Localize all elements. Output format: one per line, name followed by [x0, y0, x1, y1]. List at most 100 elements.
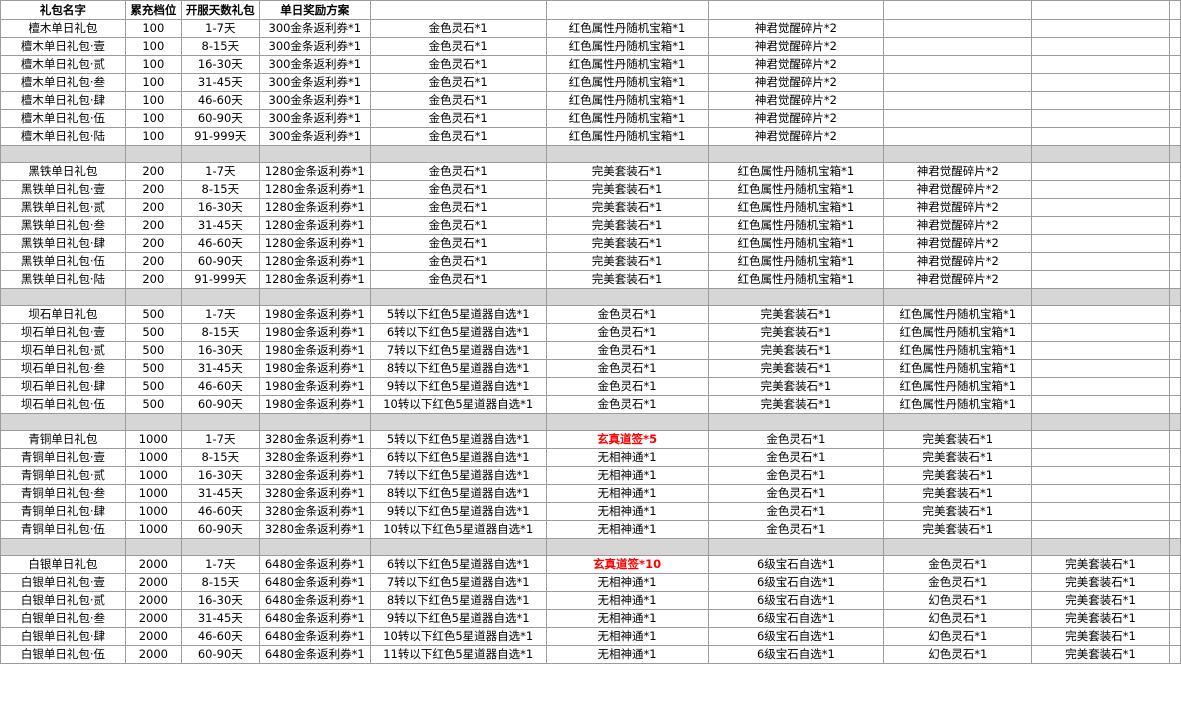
table-cell[interactable]: [1168, 520, 1181, 539]
table-cell[interactable]: [1168, 645, 1181, 664]
table-cell[interactable]: 完美套装石*1: [545, 162, 709, 181]
table-cell[interactable]: 完美套装石*1: [707, 395, 885, 414]
table-cell[interactable]: 红色属性丹随机宝箱*1: [545, 55, 709, 74]
gift-name-cell[interactable]: 檀木单日礼包·肆: [0, 91, 126, 110]
table-cell[interactable]: 16-30天: [180, 591, 260, 610]
table-cell[interactable]: 200: [124, 198, 182, 217]
table-cell[interactable]: 完美套装石*1: [883, 520, 1033, 539]
separator-cell[interactable]: [1168, 538, 1181, 556]
gift-name-cell[interactable]: 黑铁单日礼包·壹: [0, 180, 126, 199]
table-cell[interactable]: 60-90天: [180, 520, 260, 539]
table-cell[interactable]: 幻色灵石*1: [883, 609, 1033, 628]
separator-cell[interactable]: [180, 538, 260, 556]
table-cell[interactable]: 金色灵石*1: [369, 198, 547, 217]
table-cell[interactable]: 200: [124, 252, 182, 271]
table-cell[interactable]: [1168, 573, 1181, 592]
table-cell[interactable]: 2000: [124, 555, 182, 574]
table-cell[interactable]: 神君觉醒碎片*2: [883, 162, 1033, 181]
separator-cell[interactable]: [1031, 538, 1170, 556]
table-cell[interactable]: 3280金条返利券*1: [258, 520, 371, 539]
table-cell[interactable]: [1031, 252, 1170, 271]
separator-cell[interactable]: [369, 288, 547, 306]
table-cell[interactable]: 1980金条返利券*1: [258, 341, 371, 360]
table-cell[interactable]: 红色属性丹随机宝箱*1: [707, 198, 885, 217]
table-cell[interactable]: 完美套装石*1: [883, 448, 1033, 467]
table-cell[interactable]: [1168, 341, 1181, 360]
gift-name-cell[interactable]: 坝石单日礼包: [0, 305, 126, 324]
table-cell[interactable]: 31-45天: [180, 216, 260, 235]
table-cell[interactable]: [1031, 520, 1170, 539]
gift-name-cell[interactable]: 青铜单日礼包·伍: [0, 520, 126, 539]
gift-name-cell[interactable]: 青铜单日礼包·叁: [0, 484, 126, 503]
table-cell[interactable]: 完美套装石*1: [545, 198, 709, 217]
table-cell[interactable]: 3280金条返利券*1: [258, 448, 371, 467]
table-cell[interactable]: 500: [124, 377, 182, 396]
table-cell[interactable]: 神君觉醒碎片*2: [883, 252, 1033, 271]
table-cell[interactable]: 6480金条返利券*1: [258, 609, 371, 628]
header-cell[interactable]: 单日奖励方案: [258, 0, 371, 20]
table-cell[interactable]: 金色灵石*1: [545, 341, 709, 360]
table-cell[interactable]: 金色灵石*1: [707, 484, 885, 503]
table-cell[interactable]: 10转以下红色5星道器自选*1: [369, 627, 547, 646]
separator-cell[interactable]: [1031, 413, 1170, 431]
gift-name-cell[interactable]: 白银单日礼包·肆: [0, 627, 126, 646]
table-cell[interactable]: [1031, 448, 1170, 467]
table-cell[interactable]: 红色属性丹随机宝箱*1: [883, 359, 1033, 378]
table-cell[interactable]: 1-7天: [180, 19, 260, 38]
table-cell[interactable]: 1000: [124, 448, 182, 467]
table-cell[interactable]: 6级宝石自选*1: [707, 609, 885, 628]
table-cell[interactable]: 1980金条返利券*1: [258, 377, 371, 396]
separator-cell[interactable]: [707, 145, 885, 163]
table-cell[interactable]: 300金条返利券*1: [258, 127, 371, 146]
table-cell[interactable]: 46-60天: [180, 377, 260, 396]
gift-name-cell[interactable]: 檀木单日礼包·叁: [0, 73, 126, 92]
table-cell[interactable]: 完美套装石*1: [707, 305, 885, 324]
table-cell[interactable]: 200: [124, 234, 182, 253]
table-cell[interactable]: 16-30天: [180, 198, 260, 217]
table-cell[interactable]: 完美套装石*1: [707, 359, 885, 378]
table-cell[interactable]: 6480金条返利券*1: [258, 591, 371, 610]
table-cell[interactable]: 金色灵石*1: [883, 555, 1033, 574]
table-cell[interactable]: 金色灵石*1: [369, 127, 547, 146]
table-cell[interactable]: 1000: [124, 520, 182, 539]
table-cell[interactable]: [1031, 484, 1170, 503]
table-cell[interactable]: 1000: [124, 502, 182, 521]
table-cell[interactable]: [1031, 359, 1170, 378]
table-cell[interactable]: 10转以下红色5星道器自选*1: [369, 520, 547, 539]
table-cell[interactable]: 无相神通*1: [545, 645, 709, 664]
table-cell[interactable]: [1031, 180, 1170, 199]
separator-cell[interactable]: [545, 413, 709, 431]
table-cell[interactable]: 6级宝石自选*1: [707, 645, 885, 664]
table-cell[interactable]: 300金条返利券*1: [258, 37, 371, 56]
header-cell[interactable]: [707, 0, 885, 20]
table-cell[interactable]: 6级宝石自选*1: [707, 591, 885, 610]
table-cell[interactable]: 神君觉醒碎片*2: [883, 234, 1033, 253]
separator-cell[interactable]: [1031, 288, 1170, 306]
table-cell[interactable]: 500: [124, 395, 182, 414]
table-cell[interactable]: 100: [124, 73, 182, 92]
table-cell[interactable]: 100: [124, 19, 182, 38]
table-cell[interactable]: 31-45天: [180, 484, 260, 503]
table-cell[interactable]: 2000: [124, 645, 182, 664]
gift-name-cell[interactable]: 黑铁单日礼包·伍: [0, 252, 126, 271]
table-cell[interactable]: 6480金条返利券*1: [258, 573, 371, 592]
gift-name-cell[interactable]: 黑铁单日礼包·叁: [0, 216, 126, 235]
table-cell[interactable]: 神君觉醒碎片*2: [707, 109, 885, 128]
table-cell[interactable]: 神君觉醒碎片*2: [707, 91, 885, 110]
table-cell[interactable]: 500: [124, 305, 182, 324]
table-cell[interactable]: 300金条返利券*1: [258, 19, 371, 38]
table-cell[interactable]: [1168, 37, 1181, 56]
table-cell[interactable]: 6转以下红色5星道器自选*1: [369, 555, 547, 574]
table-cell[interactable]: 金色灵石*1: [369, 216, 547, 235]
table-cell[interactable]: [1168, 270, 1181, 289]
gift-name-cell[interactable]: 坝石单日礼包·壹: [0, 323, 126, 342]
table-cell[interactable]: 7转以下红色5星道器自选*1: [369, 466, 547, 485]
table-cell[interactable]: [1031, 395, 1170, 414]
separator-cell[interactable]: [0, 145, 126, 163]
table-cell[interactable]: 500: [124, 323, 182, 342]
table-cell[interactable]: 300金条返利券*1: [258, 55, 371, 74]
table-cell[interactable]: [1168, 252, 1181, 271]
table-cell[interactable]: 11转以下红色5星道器自选*1: [369, 645, 547, 664]
table-cell[interactable]: [1031, 377, 1170, 396]
table-cell[interactable]: [1168, 502, 1181, 521]
